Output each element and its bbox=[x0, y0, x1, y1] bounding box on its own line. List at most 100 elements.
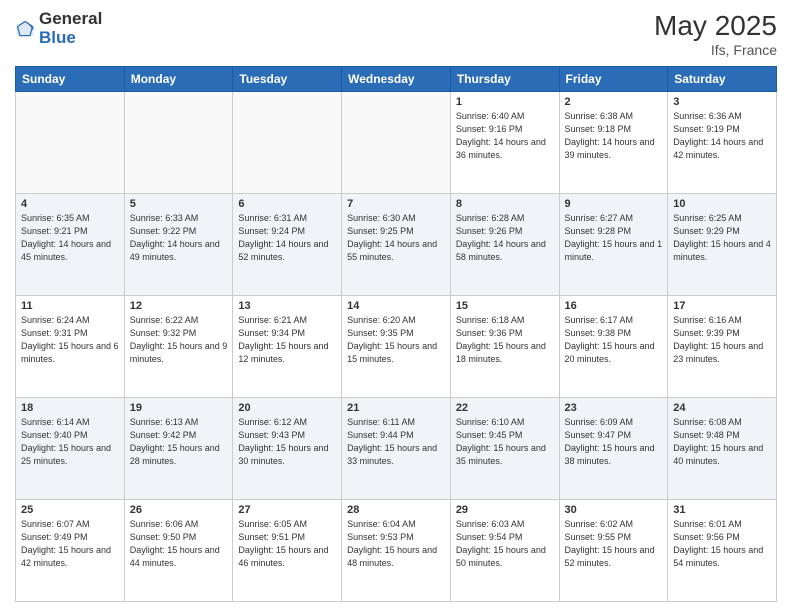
table-row: 5 Sunrise: 6:33 AMSunset: 9:22 PMDaylight… bbox=[124, 194, 233, 296]
day-number: 8 bbox=[456, 198, 554, 210]
day-number: 10 bbox=[673, 198, 771, 210]
day-info: Sunrise: 6:08 AMSunset: 9:48 PMDaylight:… bbox=[673, 416, 771, 468]
day-number: 27 bbox=[238, 504, 336, 516]
day-info: Sunrise: 6:21 AMSunset: 9:34 PMDaylight:… bbox=[238, 314, 336, 366]
day-info: Sunrise: 6:24 AMSunset: 9:31 PMDaylight:… bbox=[21, 314, 119, 366]
table-row: 17 Sunrise: 6:16 AMSunset: 9:39 PMDayligh… bbox=[668, 296, 777, 398]
table-row: 1 Sunrise: 6:40 AMSunset: 9:16 PMDaylight… bbox=[450, 92, 559, 194]
day-number: 19 bbox=[130, 402, 228, 414]
header-row: Sunday Monday Tuesday Wednesday Thursday… bbox=[16, 67, 777, 92]
calendar-page: General Blue May 2025 Ifs, France Sunday… bbox=[0, 0, 792, 612]
table-row bbox=[233, 92, 342, 194]
day-info: Sunrise: 6:02 AMSunset: 9:55 PMDaylight:… bbox=[565, 518, 663, 570]
table-row: 29 Sunrise: 6:03 AMSunset: 9:54 PMDayligh… bbox=[450, 500, 559, 602]
day-info: Sunrise: 6:06 AMSunset: 9:50 PMDaylight:… bbox=[130, 518, 228, 570]
day-number: 22 bbox=[456, 402, 554, 414]
day-info: Sunrise: 6:40 AMSunset: 9:16 PMDaylight:… bbox=[456, 110, 554, 162]
day-number: 29 bbox=[456, 504, 554, 516]
calendar-week-2: 4 Sunrise: 6:35 AMSunset: 9:21 PMDaylight… bbox=[16, 194, 777, 296]
table-row: 8 Sunrise: 6:28 AMSunset: 9:26 PMDaylight… bbox=[450, 194, 559, 296]
day-number: 25 bbox=[21, 504, 119, 516]
day-info: Sunrise: 6:20 AMSunset: 9:35 PMDaylight:… bbox=[347, 314, 445, 366]
table-row: 19 Sunrise: 6:13 AMSunset: 9:42 PMDayligh… bbox=[124, 398, 233, 500]
calendar-week-3: 11 Sunrise: 6:24 AMSunset: 9:31 PMDayligh… bbox=[16, 296, 777, 398]
day-number: 31 bbox=[673, 504, 771, 516]
title-block: May 2025 Ifs, France bbox=[654, 10, 777, 58]
table-row: 15 Sunrise: 6:18 AMSunset: 9:36 PMDayligh… bbox=[450, 296, 559, 398]
day-info: Sunrise: 6:11 AMSunset: 9:44 PMDaylight:… bbox=[347, 416, 445, 468]
location: Ifs, France bbox=[654, 42, 777, 58]
logo-general: General bbox=[39, 10, 102, 29]
table-row: 20 Sunrise: 6:12 AMSunset: 9:43 PMDayligh… bbox=[233, 398, 342, 500]
col-sunday: Sunday bbox=[16, 67, 125, 92]
day-info: Sunrise: 6:35 AMSunset: 9:21 PMDaylight:… bbox=[21, 212, 119, 264]
day-info: Sunrise: 6:36 AMSunset: 9:19 PMDaylight:… bbox=[673, 110, 771, 162]
day-number: 3 bbox=[673, 96, 771, 108]
day-number: 14 bbox=[347, 300, 445, 312]
day-number: 12 bbox=[130, 300, 228, 312]
table-row bbox=[342, 92, 451, 194]
day-number: 17 bbox=[673, 300, 771, 312]
day-info: Sunrise: 6:16 AMSunset: 9:39 PMDaylight:… bbox=[673, 314, 771, 366]
day-info: Sunrise: 6:33 AMSunset: 9:22 PMDaylight:… bbox=[130, 212, 228, 264]
day-info: Sunrise: 6:13 AMSunset: 9:42 PMDaylight:… bbox=[130, 416, 228, 468]
day-number: 20 bbox=[238, 402, 336, 414]
table-row: 16Sunrise: 6:17 AMSunset: 9:38 PMDayligh… bbox=[559, 296, 668, 398]
day-number: 9 bbox=[565, 198, 663, 210]
table-row: 30Sunrise: 6:02 AMSunset: 9:55 PMDayligh… bbox=[559, 500, 668, 602]
day-info: Sunrise: 6:22 AMSunset: 9:32 PMDaylight:… bbox=[130, 314, 228, 366]
col-saturday: Saturday bbox=[668, 67, 777, 92]
day-number: 28 bbox=[347, 504, 445, 516]
table-row: 31 Sunrise: 6:01 AMSunset: 9:56 PMDayligh… bbox=[668, 500, 777, 602]
day-number: 18 bbox=[21, 402, 119, 414]
day-number: 16 bbox=[565, 300, 663, 312]
logo-blue: Blue bbox=[39, 29, 102, 48]
day-info: Sunrise: 6:30 AMSunset: 9:25 PMDaylight:… bbox=[347, 212, 445, 264]
day-number: 1 bbox=[456, 96, 554, 108]
day-info: Sunrise: 6:01 AMSunset: 9:56 PMDaylight:… bbox=[673, 518, 771, 570]
day-number: 4 bbox=[21, 198, 119, 210]
logo-text: General Blue bbox=[39, 10, 102, 47]
table-row: 28 Sunrise: 6:04 AMSunset: 9:53 PMDayligh… bbox=[342, 500, 451, 602]
table-row: 23 Sunrise: 6:09 AMSunset: 9:47 PMDayligh… bbox=[559, 398, 668, 500]
day-info: Sunrise: 6:05 AMSunset: 9:51 PMDaylight:… bbox=[238, 518, 336, 570]
day-info: Sunrise: 6:12 AMSunset: 9:43 PMDaylight:… bbox=[238, 416, 336, 468]
table-row: 11 Sunrise: 6:24 AMSunset: 9:31 PMDayligh… bbox=[16, 296, 125, 398]
day-info: Sunrise: 6:03 AMSunset: 9:54 PMDaylight:… bbox=[456, 518, 554, 570]
table-row: 22 Sunrise: 6:10 AMSunset: 9:45 PMDayligh… bbox=[450, 398, 559, 500]
day-number: 21 bbox=[347, 402, 445, 414]
table-row: 7 Sunrise: 6:30 AMSunset: 9:25 PMDaylight… bbox=[342, 194, 451, 296]
day-info: Sunrise: 6:04 AMSunset: 9:53 PMDaylight:… bbox=[347, 518, 445, 570]
table-row: 2 Sunrise: 6:38 AMSunset: 9:18 PMDaylight… bbox=[559, 92, 668, 194]
table-row: 18Sunrise: 6:14 AMSunset: 9:40 PMDayligh… bbox=[16, 398, 125, 500]
day-number: 15 bbox=[456, 300, 554, 312]
day-info: Sunrise: 6:28 AMSunset: 9:26 PMDaylight:… bbox=[456, 212, 554, 264]
day-number: 6 bbox=[238, 198, 336, 210]
table-row: 10Sunrise: 6:25 AMSunset: 9:29 PMDayligh… bbox=[668, 194, 777, 296]
day-number: 23 bbox=[565, 402, 663, 414]
day-info: Sunrise: 6:09 AMSunset: 9:47 PMDaylight:… bbox=[565, 416, 663, 468]
day-number: 2 bbox=[565, 96, 663, 108]
table-row: 24Sunrise: 6:08 AMSunset: 9:48 PMDayligh… bbox=[668, 398, 777, 500]
table-row: 21 Sunrise: 6:11 AMSunset: 9:44 PMDayligh… bbox=[342, 398, 451, 500]
table-row: 6Sunrise: 6:31 AMSunset: 9:24 PMDaylight… bbox=[233, 194, 342, 296]
day-info: Sunrise: 6:38 AMSunset: 9:18 PMDaylight:… bbox=[565, 110, 663, 162]
day-number: 7 bbox=[347, 198, 445, 210]
day-number: 11 bbox=[21, 300, 119, 312]
calendar-week-5: 25 Sunrise: 6:07 AMSunset: 9:49 PMDayligh… bbox=[16, 500, 777, 602]
day-number: 26 bbox=[130, 504, 228, 516]
table-row: 13Sunrise: 6:21 AMSunset: 9:34 PMDayligh… bbox=[233, 296, 342, 398]
day-info: Sunrise: 6:18 AMSunset: 9:36 PMDaylight:… bbox=[456, 314, 554, 366]
table-row bbox=[16, 92, 125, 194]
table-row: 25 Sunrise: 6:07 AMSunset: 9:49 PMDayligh… bbox=[16, 500, 125, 602]
day-info: Sunrise: 6:10 AMSunset: 9:45 PMDaylight:… bbox=[456, 416, 554, 468]
col-wednesday: Wednesday bbox=[342, 67, 451, 92]
day-number: 5 bbox=[130, 198, 228, 210]
calendar-week-4: 18Sunrise: 6:14 AMSunset: 9:40 PMDayligh… bbox=[16, 398, 777, 500]
day-info: Sunrise: 6:07 AMSunset: 9:49 PMDaylight:… bbox=[21, 518, 119, 570]
month-title: May 2025 bbox=[654, 10, 777, 42]
table-row: 12 Sunrise: 6:22 AMSunset: 9:32 PMDayligh… bbox=[124, 296, 233, 398]
table-row: 26 Sunrise: 6:06 AMSunset: 9:50 PMDayligh… bbox=[124, 500, 233, 602]
col-thursday: Thursday bbox=[450, 67, 559, 92]
table-row bbox=[124, 92, 233, 194]
